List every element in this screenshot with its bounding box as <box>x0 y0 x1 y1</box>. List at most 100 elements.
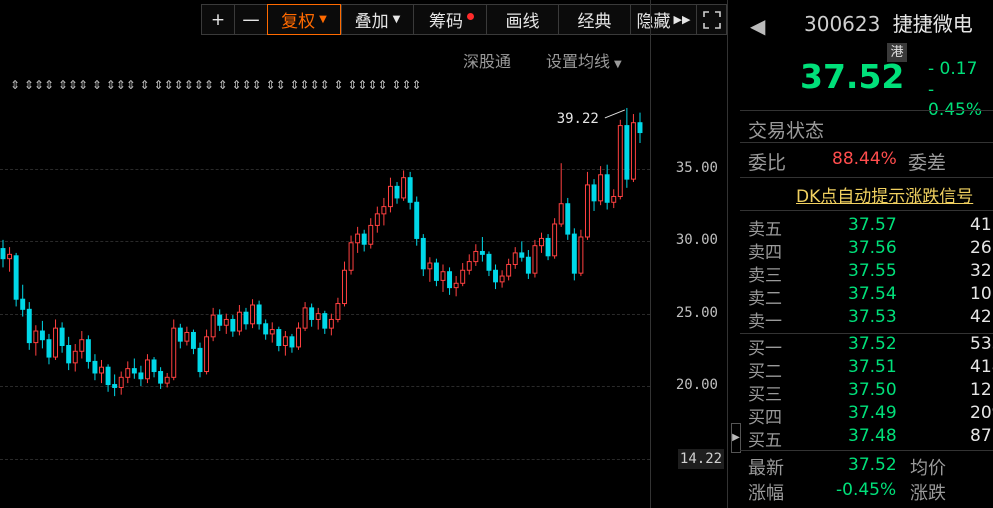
zoom-in-button[interactable]: + <box>201 4 234 35</box>
divider <box>740 142 993 143</box>
classic-button[interactable]: 经典 <box>558 4 630 35</box>
candle-up <box>210 314 216 338</box>
bid-price: 37.52 <box>848 334 897 354</box>
max-price-arrow <box>604 109 626 119</box>
candle-up <box>184 331 190 342</box>
expand-icon[interactable] <box>696 4 727 35</box>
ask-volume: 10 <box>970 284 992 304</box>
candle-up <box>223 318 229 326</box>
y-tick-label: 35.00 <box>675 160 718 176</box>
price-change: - 0.17 <box>928 59 978 79</box>
candle-down <box>46 339 52 358</box>
candle-down <box>158 371 164 384</box>
candle-down <box>256 304 262 325</box>
pct-label: 涨幅 <box>748 483 784 504</box>
candle-up <box>532 245 538 274</box>
candle-down <box>190 331 196 349</box>
candle-down <box>545 237 551 257</box>
candle-down <box>177 327 183 342</box>
candle-up <box>578 236 584 274</box>
candle-up <box>335 303 341 320</box>
ask-row[interactable]: 卖二 37.54 10 <box>740 284 993 309</box>
candle-down <box>289 336 295 348</box>
kline-chart[interactable]: 39.22 <box>0 70 650 508</box>
candle-down <box>493 269 498 283</box>
candle-up <box>630 122 636 180</box>
bid-volume: 1211 <box>970 380 993 400</box>
divider <box>740 210 993 211</box>
candle-up <box>296 327 301 348</box>
back-arrow-icon[interactable]: ◀ <box>750 14 765 38</box>
bid-row[interactable]: 买四 37.49 209 <box>740 403 993 428</box>
candle-down <box>197 347 203 373</box>
candle-up <box>552 223 558 257</box>
bid-row[interactable]: 买五 37.48 87 <box>740 426 993 451</box>
bid-row[interactable]: 买三 37.50 1211 <box>740 380 993 405</box>
candle-down <box>66 344 72 364</box>
candle-down <box>420 237 426 270</box>
ask-price: 37.53 <box>848 307 897 327</box>
panel-divider <box>727 0 728 508</box>
bid-price: 37.51 <box>848 357 897 377</box>
bid-volume: 418 <box>970 357 993 377</box>
candle-up <box>79 339 85 352</box>
candle-down <box>414 201 420 239</box>
candle-up <box>598 174 604 202</box>
dk-signal-link[interactable]: DK点自动提示涨跌信号 <box>796 182 973 207</box>
ask-volume: 26 <box>970 238 992 258</box>
candle-up <box>368 224 374 245</box>
candle-up <box>7 253 13 260</box>
bid-volume: 87 <box>970 426 992 446</box>
candle-up <box>269 329 275 335</box>
candle-up <box>512 252 518 265</box>
overlay-button[interactable]: 叠加 ▼ <box>341 4 413 35</box>
candle-down <box>604 174 610 203</box>
draw-line-button[interactable]: 画线 <box>486 4 558 35</box>
candle-down <box>92 360 98 374</box>
ask-row[interactable]: 卖三 37.55 32 <box>740 261 993 286</box>
candle-up <box>328 318 334 329</box>
candle-up <box>315 313 321 320</box>
stock-code: 300623 <box>804 12 881 36</box>
ask-row[interactable]: 卖一 37.53 42 <box>740 307 993 332</box>
candle-up <box>164 376 170 384</box>
bid-row[interactable]: 买一 37.52 533 <box>740 334 993 359</box>
candle-up <box>53 327 59 358</box>
ask-row[interactable]: 卖五 37.57 41 <box>740 215 993 240</box>
candle-down <box>59 327 65 346</box>
ask-volume: 32 <box>970 261 992 281</box>
candle-down <box>217 314 223 326</box>
chip-label: 筹码 <box>429 12 463 32</box>
weibi-label: 委比 <box>748 152 787 174</box>
quote-panel: ◀ 300623 捷捷微电 港 37.52 - 0.17 - 0.45% 交易状… <box>740 0 993 508</box>
candle-up <box>440 271 446 281</box>
hide-button[interactable]: 隐藏 ▶▶ <box>630 4 696 35</box>
candle-down <box>276 329 282 346</box>
last-price: 37.52 <box>800 57 905 96</box>
candle-down <box>26 308 32 344</box>
bid-level-label: 买三 <box>748 385 782 405</box>
chip-distribution-button[interactable]: 筹码 <box>413 4 486 35</box>
double-arrow-right-icon: ▶▶ <box>673 13 691 26</box>
candle-down <box>479 250 485 255</box>
candle-up <box>250 304 256 325</box>
candle-down <box>85 339 91 362</box>
bid-row[interactable]: 买二 37.51 418 <box>740 357 993 382</box>
divider <box>740 110 993 111</box>
bid-volume: 209 <box>970 403 993 423</box>
stock-name: 捷捷微电 <box>892 12 973 36</box>
zoom-out-button[interactable]: 一 <box>234 4 267 35</box>
candle-down <box>263 323 269 335</box>
candle-up <box>145 359 150 380</box>
ask-row[interactable]: 卖四 37.56 26 <box>740 238 993 263</box>
candle-up <box>466 261 472 271</box>
shenzhen-connect-link[interactable]: 深股通 <box>463 48 511 72</box>
candle-up <box>506 263 512 277</box>
candle-down <box>571 233 577 274</box>
fuquan-button[interactable]: 复权 ▼ <box>267 4 341 35</box>
candle-down <box>112 384 118 388</box>
min-price-label: 14.22 <box>678 449 724 469</box>
candle-up <box>342 269 347 305</box>
candle-down <box>407 177 413 203</box>
set-ma-link[interactable]: 设置均线 ▼ <box>546 48 622 72</box>
